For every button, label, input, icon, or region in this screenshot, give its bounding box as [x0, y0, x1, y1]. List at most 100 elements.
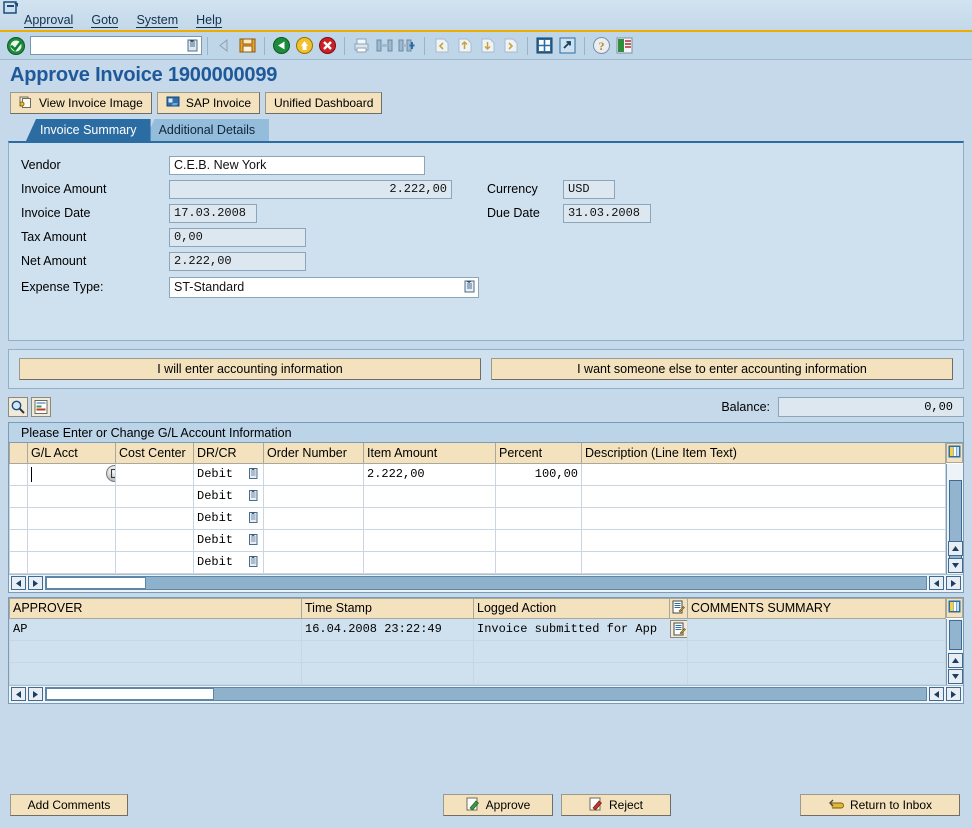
percent-cell[interactable]	[495, 484, 582, 508]
gl-header-dr-cr[interactable]: DR/CR	[193, 443, 264, 464]
last-page-icon[interactable]	[501, 36, 520, 55]
row-selector[interactable]	[9, 550, 28, 574]
net-amount-field[interactable]: 2.222,00	[169, 251, 306, 271]
dr-cr-dropdown-icon[interactable]	[248, 511, 259, 528]
description-cell[interactable]	[581, 550, 946, 574]
find-next-icon[interactable]	[398, 36, 417, 55]
dr-cr-dropdown-icon[interactable]	[248, 467, 259, 484]
table-row[interactable]	[9, 639, 946, 663]
comments-cell[interactable]	[687, 639, 946, 663]
approver-scroll-right-button[interactable]	[28, 687, 43, 701]
order-number-cell[interactable]	[263, 550, 364, 574]
approver-header-comments-summary[interactable]: COMMENTS SUMMARY	[687, 597, 946, 619]
gl-acct-value-help-icon[interactable]	[106, 464, 115, 482]
gl-hscroll-right2-button[interactable]	[946, 576, 961, 590]
percent-cell[interactable]	[495, 550, 582, 574]
unified-dashboard-button[interactable]: Unified Dashboard	[265, 92, 383, 114]
view-invoice-image-button[interactable]: View Invoice Image	[10, 92, 152, 114]
item-amount-cell[interactable]: 2.222,00	[363, 462, 496, 486]
logged-action-cell[interactable]	[473, 661, 688, 685]
dr-cr-dropdown-icon[interactable]	[248, 555, 259, 572]
back-arrow-icon[interactable]	[215, 36, 234, 55]
gl-hscroll-left2-button[interactable]	[929, 576, 944, 590]
approver-hscroll-left2-button[interactable]	[929, 687, 944, 701]
row-selector[interactable]	[9, 484, 28, 508]
reject-button[interactable]: Reject	[561, 794, 671, 816]
tab-invoice-summary[interactable]: Invoice Summary	[26, 119, 151, 141]
row-selector[interactable]	[9, 462, 28, 486]
find-icon[interactable]	[375, 36, 394, 55]
expense-type-dropdown-icon[interactable]	[463, 279, 477, 294]
gl-scroll-right-button[interactable]	[28, 576, 43, 590]
gl-scroll-left-button[interactable]	[11, 576, 26, 590]
approver-header-approver[interactable]: APPROVER	[9, 597, 302, 619]
ok-check-icon[interactable]	[6, 36, 26, 56]
gl-header-item-amount[interactable]: Item Amount	[363, 443, 496, 464]
approver-vertical-scrollbar[interactable]	[946, 618, 963, 685]
timestamp-cell[interactable]	[301, 639, 474, 663]
tab-additional-details[interactable]: Additional Details	[144, 119, 270, 141]
dr-cr-dropdown-icon[interactable]	[248, 489, 259, 506]
table-row[interactable]	[9, 661, 946, 685]
approver-header-log-icon-col[interactable]	[669, 597, 688, 619]
approver-cell[interactable]	[9, 639, 302, 663]
gl-header-cost-center[interactable]: Cost Center	[115, 443, 194, 464]
order-number-cell[interactable]	[263, 506, 364, 530]
dr-cr-cell[interactable]: Debit	[193, 550, 264, 574]
order-number-cell[interactable]	[263, 528, 364, 552]
approver-scroll-up-button[interactable]	[948, 652, 963, 668]
gl-acct-cell[interactable]	[27, 484, 116, 508]
row-selector[interactable]	[9, 506, 28, 530]
new-session-icon[interactable]	[535, 36, 554, 55]
table-row[interactable]: Debit	[9, 484, 946, 508]
document-detail-icon[interactable]	[31, 397, 51, 417]
dr-cr-dropdown-icon[interactable]	[248, 533, 259, 550]
item-amount-cell[interactable]	[363, 528, 496, 552]
order-number-cell[interactable]	[263, 462, 364, 486]
first-page-icon[interactable]	[432, 36, 451, 55]
gl-header-gl-acct[interactable]: G/L Acct	[27, 443, 116, 464]
approver-scroll-left-button[interactable]	[11, 687, 26, 701]
item-amount-cell[interactable]	[363, 484, 496, 508]
gl-acct-cell[interactable]	[27, 528, 116, 552]
approver-header-logged-action[interactable]: Logged Action	[473, 597, 670, 619]
approver-cell[interactable]	[9, 661, 302, 685]
enter-accounting-other-button[interactable]: I want someone else to enter accounting …	[491, 358, 953, 380]
approver-hscroll-track[interactable]	[45, 687, 927, 701]
table-row[interactable]: Debit	[9, 506, 946, 530]
print-icon[interactable]	[352, 36, 371, 55]
approver-scroll-thumb[interactable]	[949, 619, 962, 650]
approver-hscroll-thumb[interactable]	[46, 688, 214, 700]
gl-vertical-scrollbar[interactable]	[946, 464, 963, 574]
table-row[interactable]: AP 16.04.2008 23:22:49 Invoice submitted…	[9, 617, 946, 641]
item-amount-cell[interactable]	[363, 506, 496, 530]
description-cell[interactable]	[581, 484, 946, 508]
logged-action-detail-button[interactable]	[670, 619, 687, 638]
comments-cell[interactable]	[687, 661, 946, 685]
save-icon[interactable]	[238, 36, 257, 55]
approver-header-timestamp[interactable]: Time Stamp	[301, 597, 474, 619]
approver-hscroll-right2-button[interactable]	[946, 687, 961, 701]
gl-acct-cell[interactable]	[27, 462, 116, 486]
description-cell[interactable]	[581, 528, 946, 552]
gl-scroll-up-button[interactable]	[948, 540, 963, 556]
gl-horizontal-scrollbar[interactable]	[9, 573, 963, 592]
gl-acct-cell[interactable]	[27, 506, 116, 530]
back-green-icon[interactable]	[272, 36, 291, 55]
gl-header-percent[interactable]: Percent	[495, 443, 582, 464]
timestamp-cell[interactable]	[301, 661, 474, 685]
invoice-date-field[interactable]: 17.03.2008	[169, 203, 257, 223]
approve-button[interactable]: Approve	[443, 794, 553, 816]
sap-invoice-button[interactable]: SAP Invoice	[156, 92, 260, 114]
gl-header-select[interactable]	[9, 443, 28, 464]
timestamp-cell[interactable]: 16.04.2008 23:22:49	[301, 617, 474, 641]
gl-column-settings-button[interactable]	[946, 443, 963, 463]
description-cell[interactable]	[581, 462, 946, 486]
percent-cell[interactable]	[495, 528, 582, 552]
dr-cr-cell[interactable]: Debit	[193, 462, 264, 486]
menu-item-help[interactable]: Help	[194, 13, 224, 28]
window-exit-icon[interactable]	[3, 1, 21, 15]
layout-menu-icon[interactable]	[615, 36, 634, 55]
previous-page-icon[interactable]	[455, 36, 474, 55]
cost-center-cell[interactable]	[115, 484, 194, 508]
